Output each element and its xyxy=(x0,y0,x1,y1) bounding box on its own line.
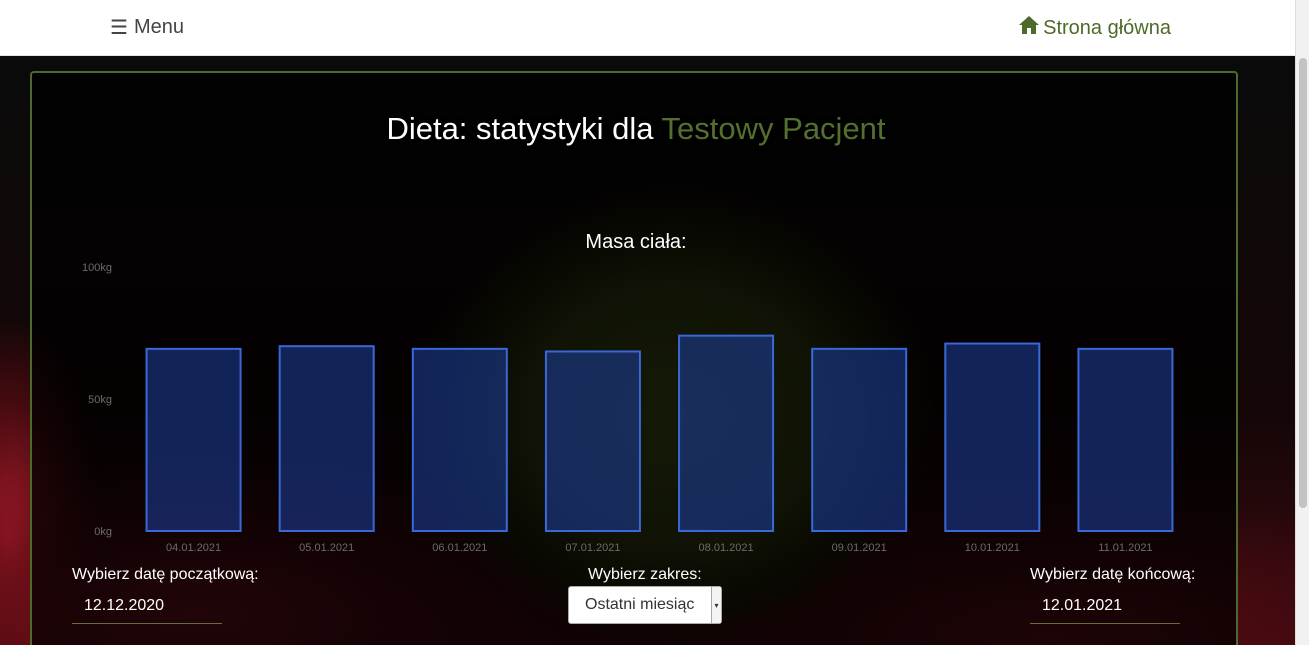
chart-bar[interactable] xyxy=(944,342,1041,532)
x-tick-label: 04.01.2021 xyxy=(166,542,221,554)
chart-bar[interactable] xyxy=(1077,347,1174,532)
start-date-input[interactable] xyxy=(72,588,222,624)
end-date-input[interactable] xyxy=(1030,588,1180,624)
range-label: Wybierz zakres: xyxy=(588,566,702,583)
chart-bar[interactable] xyxy=(411,347,508,532)
menu-toggle[interactable]: ☰ Menu xyxy=(110,16,184,39)
x-tick-label: 07.01.2021 xyxy=(565,542,620,554)
x-tick-label: 06.01.2021 xyxy=(432,542,487,554)
y-tick-label: 100kg xyxy=(82,262,112,274)
x-tick-label: 11.01.2021 xyxy=(1098,542,1152,554)
x-tick-label: 09.01.2021 xyxy=(832,542,887,554)
stats-panel: Dieta: statystyki dla Testowy Pacjent Ma… xyxy=(30,71,1238,645)
home-label: Strona główna xyxy=(1043,16,1171,39)
start-date-label: Wybierz datę początkową: xyxy=(72,566,259,583)
y-tick-label: 0kg xyxy=(94,526,112,538)
scrollbar-thumb[interactable] xyxy=(1299,58,1307,508)
x-tick-label: 05.01.2021 xyxy=(299,542,354,554)
range-select[interactable]: Ostatni miesiąc ▾ xyxy=(568,586,722,624)
range-select-value: Ostatni miesiąc xyxy=(585,596,695,613)
y-tick-label: 50kg xyxy=(88,394,112,406)
home-link[interactable]: Strona główna xyxy=(1018,15,1171,41)
select-arrow-icon: ▾ xyxy=(711,587,721,623)
hamburger-icon: ☰ xyxy=(110,16,128,39)
page-scrollbar[interactable] xyxy=(1295,0,1309,645)
x-tick-label: 08.01.2021 xyxy=(699,542,754,554)
menu-label: Menu xyxy=(133,16,184,38)
chart-bar[interactable] xyxy=(811,347,908,532)
end-date-label: Wybierz datę końcową: xyxy=(1030,566,1196,583)
chart-bar[interactable] xyxy=(678,334,775,533)
weight-bar-chart: 0kg 50kg 100kg 04.01.2021 05.01.2021 06.01.20… xyxy=(82,262,1174,554)
home-icon xyxy=(1018,15,1040,41)
x-tick-label: 10.01.2021 xyxy=(965,542,1020,554)
chart-bar[interactable] xyxy=(145,347,242,532)
chart-bar[interactable] xyxy=(278,345,375,533)
chart-bar[interactable] xyxy=(544,350,641,533)
top-navbar: ☰ Menu Strona główna xyxy=(0,0,1295,56)
